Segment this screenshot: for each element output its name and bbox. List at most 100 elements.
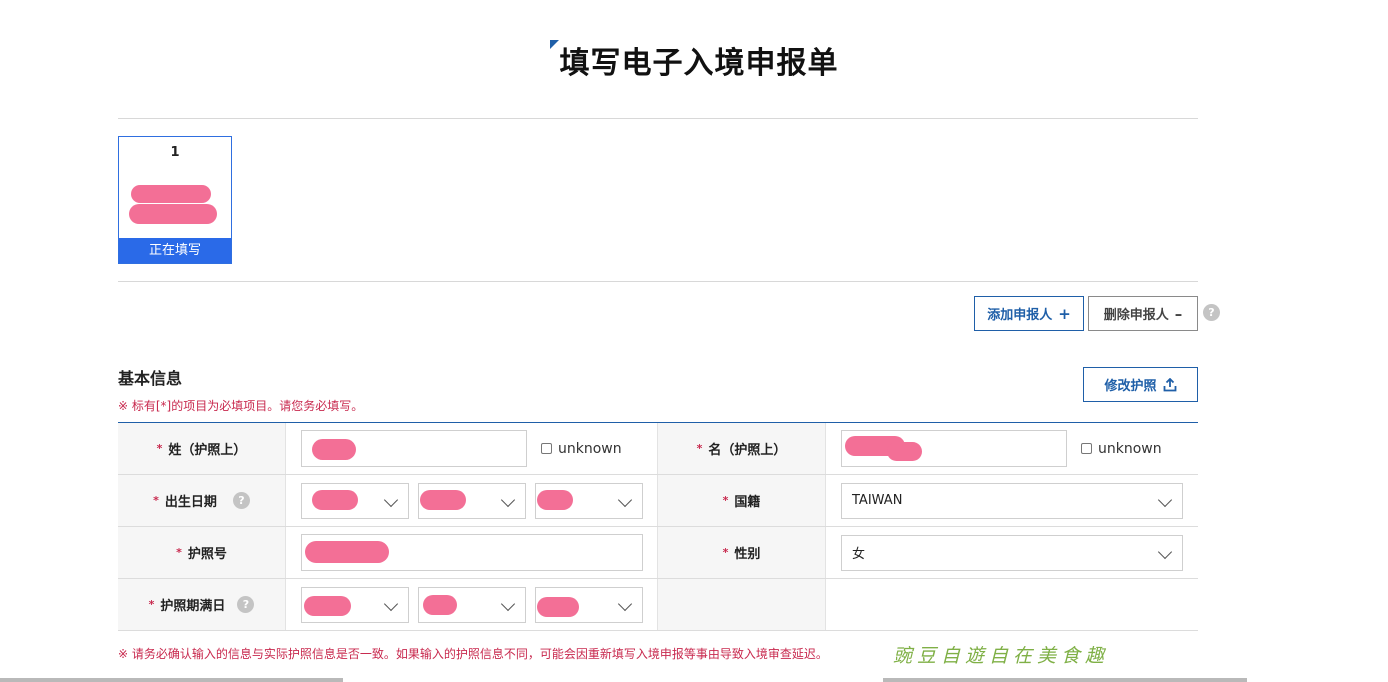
surname-unknown-checkbox[interactable]	[541, 443, 552, 454]
chevron-down-icon	[500, 492, 516, 507]
empty-label-cell	[658, 579, 826, 630]
empty-input-cell	[826, 579, 1198, 630]
redacted-passport-no	[305, 541, 389, 563]
surname-unknown-label: unknown	[558, 440, 622, 457]
redacted-name-line2	[129, 204, 217, 224]
nationality-select[interactable]: TAIWAN	[841, 482, 1183, 519]
birth-date-label-text: 出生日期	[164, 495, 217, 510]
required-mark: *	[722, 494, 729, 507]
redacted-birth-year	[312, 489, 358, 510]
page-title: 填写电子入境申报单	[549, 38, 839, 82]
title-corner-mark	[549, 40, 559, 49]
passport-no-label: * 护照号	[118, 527, 286, 578]
required-mark: *	[153, 494, 159, 507]
form-row-passport: * 护照号 * 性别 女	[118, 527, 1198, 579]
divider-top	[118, 118, 1198, 119]
passport-expiry-cell	[286, 579, 658, 630]
delete-applicant-label: 删除申报人	[1103, 308, 1169, 323]
given-name-label: * 名（护照上）	[658, 423, 826, 474]
page-header: 填写电子入境申报单	[0, 38, 1388, 82]
expiry-month-select[interactable]	[418, 586, 526, 623]
given-name-unknown[interactable]: unknown	[1081, 441, 1162, 457]
help-icon[interactable]: ?	[237, 596, 255, 613]
chevron-down-icon	[500, 596, 516, 611]
chevron-down-icon	[1157, 492, 1173, 507]
form-row-name: * 姓（护照上） unknown * 名（护照上） unknown	[118, 423, 1198, 475]
required-mark: *	[176, 546, 182, 559]
minus-icon: –	[1174, 304, 1183, 323]
surname-input[interactable]	[301, 430, 527, 467]
gender-cell: 女	[826, 527, 1198, 578]
redacted-birth-month	[420, 489, 466, 510]
birth-date-cell	[286, 475, 658, 526]
redacted-name	[131, 185, 211, 203]
birth-day-select[interactable]	[535, 482, 643, 519]
chevron-down-icon	[617, 596, 633, 611]
form-row-expiry: * 护照期满日 ?	[118, 579, 1198, 631]
redacted-given-name-2	[887, 442, 922, 461]
gender-select[interactable]: 女	[841, 534, 1183, 571]
required-mark: *	[722, 546, 729, 559]
required-mark: *	[156, 442, 163, 455]
upload-icon	[1163, 377, 1176, 391]
redacted-expiry-year	[304, 595, 351, 616]
birth-month-select[interactable]	[418, 482, 526, 519]
scrollbar-right[interactable]	[883, 678, 1247, 682]
expiry-day-select[interactable]	[535, 586, 643, 623]
add-applicant-button[interactable]: 添加申报人 +	[974, 296, 1084, 331]
nationality-value: TAIWAN	[852, 493, 903, 508]
nationality-label-text: 国籍	[734, 495, 761, 510]
divider-middle	[118, 281, 1198, 282]
given-name-unknown-label: unknown	[1098, 440, 1162, 457]
plus-icon: +	[1058, 304, 1071, 323]
given-name-cell: unknown	[826, 423, 1198, 474]
passport-expiry-label-text: 护照期满日	[160, 599, 226, 614]
given-name-label-text: 名（护照上）	[708, 443, 787, 458]
gender-label: * 性别	[658, 527, 826, 578]
edit-passport-button[interactable]: 修改护照	[1083, 367, 1198, 402]
passport-expiry-label: * 护照期满日 ?	[118, 579, 286, 630]
gender-label-text: 性别	[734, 547, 761, 562]
required-mark: *	[696, 442, 703, 455]
nationality-cell: TAIWAN	[826, 475, 1198, 526]
redacted-expiry-day	[537, 596, 579, 617]
chevron-down-icon	[383, 492, 399, 507]
passport-no-label-text: 护照号	[187, 547, 227, 562]
applicant-number: 1	[170, 145, 180, 160]
section-title: 基本信息	[118, 369, 183, 388]
chevron-down-icon	[383, 596, 399, 611]
birth-year-select[interactable]	[301, 482, 409, 519]
form-row-birth: * 出生日期 ? * 国籍 TAIWAN	[118, 475, 1198, 527]
nationality-label: * 国籍	[658, 475, 826, 526]
delete-applicant-button[interactable]: 删除申报人 –	[1088, 296, 1198, 331]
redacted-expiry-month	[423, 594, 457, 615]
surname-unknown[interactable]: unknown	[541, 441, 622, 457]
page-title-text: 填写电子入境申报单	[559, 46, 839, 81]
passport-no-cell	[286, 527, 658, 578]
gender-value: 女	[852, 547, 866, 562]
passport-no-input[interactable]	[301, 534, 643, 571]
edit-passport-label: 修改护照	[1104, 379, 1157, 394]
chevron-down-icon	[617, 492, 633, 507]
applicant-card[interactable]: 1 正在填写	[118, 136, 232, 264]
help-icon[interactable]: ?	[232, 492, 250, 509]
expiry-year-select[interactable]	[301, 586, 409, 623]
footer-note: ※ 请务必确认输入的信息与实际护照信息是否一致。如果输入的护照信息不同，可能会因…	[118, 647, 828, 661]
required-note: ※ 标有[*]的项目为必填项目。请您务必填写。	[118, 399, 364, 413]
watermark: 豌豆自遊自在美食趣	[893, 645, 1110, 667]
redacted-surname	[312, 439, 356, 460]
surname-cell: unknown	[286, 423, 658, 474]
help-icon[interactable]: ?	[1203, 304, 1220, 321]
basic-info-form: * 姓（护照上） unknown * 名（护照上） unknown * 出生日期…	[118, 422, 1198, 631]
surname-label: * 姓（护照上）	[118, 423, 286, 474]
chevron-down-icon	[1157, 544, 1173, 559]
given-name-unknown-checkbox[interactable]	[1081, 443, 1092, 454]
required-mark: *	[148, 598, 155, 611]
surname-label-text: 姓（护照上）	[168, 443, 247, 458]
applicant-status: 正在填写	[119, 238, 231, 263]
redacted-birth-day	[537, 489, 573, 510]
given-name-input[interactable]	[841, 430, 1067, 467]
scrollbar-left[interactable]	[0, 678, 343, 682]
birth-date-label: * 出生日期 ?	[118, 475, 286, 526]
add-applicant-label: 添加申报人	[987, 308, 1053, 323]
